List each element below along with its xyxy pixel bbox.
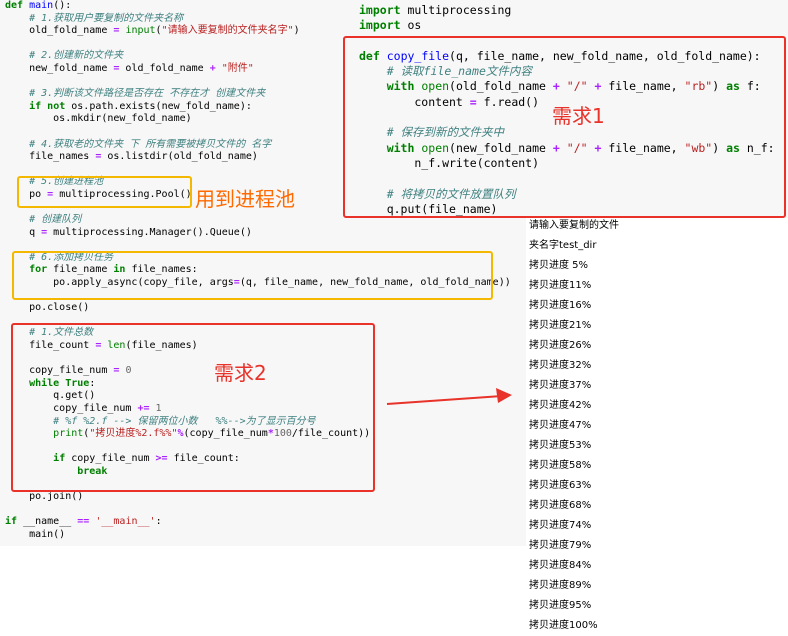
- output-line: 拷贝进度74%: [529, 520, 592, 531]
- pool-annotation: 用到进程池: [195, 187, 295, 211]
- main-code-line: po.close(): [5, 302, 90, 314]
- requirement-2-label: 需求2: [214, 361, 267, 385]
- copy-file-code-line: import multiprocessing: [359, 3, 512, 17]
- output-line: 拷贝进度11%: [529, 280, 592, 291]
- requirement-1-label: 需求1: [552, 104, 605, 128]
- arrow-right-icon: [386, 388, 512, 405]
- output-line: 拷贝进度95%: [529, 600, 592, 611]
- output-line: 拷贝进度32%: [529, 360, 592, 371]
- output-line: 请输入要复制的文件: [529, 220, 619, 231]
- main-code-line: main(): [5, 528, 66, 540]
- main-code-line: if __name__ == '__main__':: [5, 516, 162, 528]
- output-line: 拷贝进度100%: [529, 620, 598, 631]
- console-output: 请输入要复制的文件 夹名字test_dir 拷贝进度 5% 拷贝进度11% 拷贝进度16…: [529, 216, 788, 636]
- output-line: 拷贝进度53%: [529, 440, 592, 451]
- task-highlight-box: [12, 251, 493, 300]
- output-line: 拷贝进度37%: [529, 380, 592, 391]
- output-line: 拷贝进度16%: [529, 300, 592, 311]
- main-code-line: [5, 504, 511, 517]
- output-line: 拷贝进度47%: [529, 420, 592, 431]
- requirement-2-box: [11, 323, 375, 492]
- output-line: 拷贝进度 5%: [529, 260, 589, 271]
- output-line: 拷贝进度84%: [529, 560, 592, 571]
- output-line: 夹名字test_dir: [529, 240, 597, 251]
- pool-highlight-box: [17, 176, 192, 208]
- output-line: 拷贝进度68%: [529, 500, 592, 511]
- output-line: 拷贝进度79%: [529, 540, 592, 551]
- output-line: 拷贝进度89%: [529, 580, 592, 591]
- output-line: 拷贝进度58%: [529, 460, 592, 471]
- main-code-line: q = multiprocessing.Manager().Queue(): [5, 226, 252, 238]
- output-line: 拷贝进度63%: [529, 480, 592, 491]
- output-line: 拷贝进度26%: [529, 340, 592, 351]
- main-code-line: [5, 239, 511, 252]
- copy-file-code-line: import os: [359, 18, 422, 33]
- main-code-line: po.join(): [5, 491, 84, 503]
- output-line: 拷贝进度42%: [529, 400, 592, 411]
- output-line: 拷贝进度21%: [529, 320, 592, 331]
